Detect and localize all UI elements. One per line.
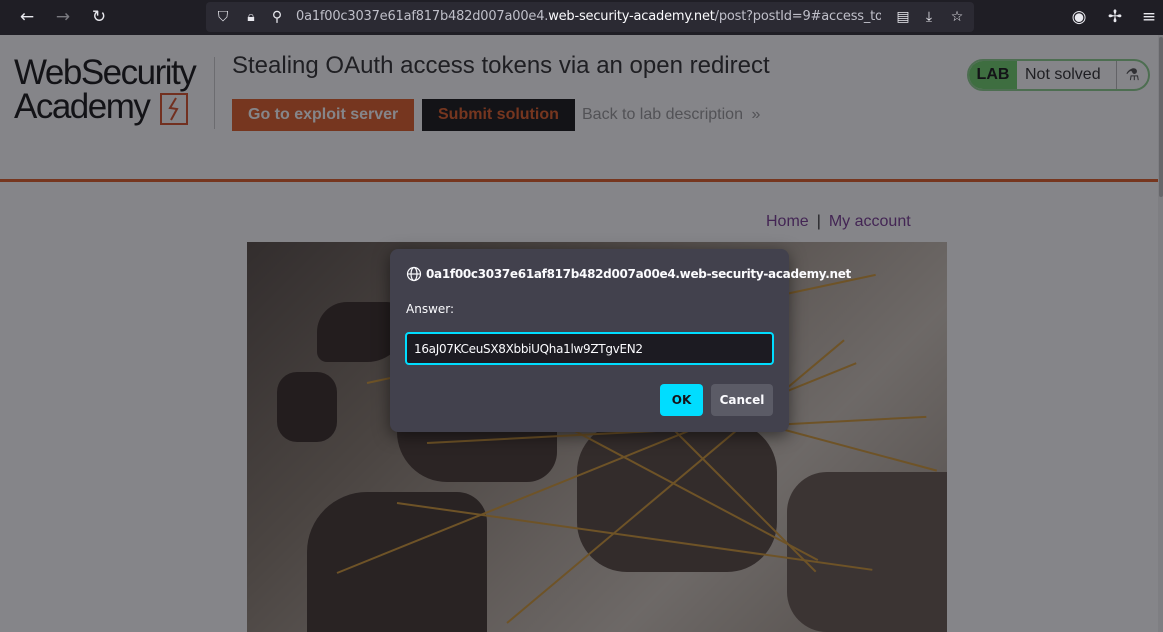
answer-label: Answer: [406,302,455,316]
save-to-pocket-icon[interactable]: ⤓ [918,6,940,28]
url-bar[interactable]: ⛉ 🔒︎ ⚲ 0a1f00c3037e61af817b482d007a00e4.… [206,2,974,32]
menu-icon[interactable]: ≡ [1136,5,1162,29]
prompt-dialog: 0a1f00c3037e61af817b482d007a00e4.web-sec… [390,249,851,432]
shield-icon[interactable]: ⛉ [212,6,234,28]
answer-input[interactable] [405,332,774,365]
forward-icon[interactable]: → [50,5,76,29]
cancel-button[interactable]: Cancel [711,384,773,416]
reload-icon[interactable]: ↻ [86,5,112,29]
account-icon[interactable]: ◉ [1066,5,1092,29]
dialog-origin: 0a1f00c3037e61af817b482d007a00e4.web-sec… [426,267,851,281]
permissions-icon[interactable]: ⚲ [266,6,288,28]
extensions-icon[interactable]: ✢ [1102,5,1128,29]
reader-view-icon[interactable]: ▤ [892,6,914,28]
bookmark-star-icon[interactable]: ☆ [946,6,968,28]
ok-button[interactable]: OK [660,384,703,416]
browser-toolbar: ← → ↻ ⛉ 🔒︎ ⚲ 0a1f00c3037e61af817b482d007… [0,0,1163,35]
globe-icon [406,266,422,282]
lock-icon[interactable]: 🔒︎ [240,6,262,28]
back-icon[interactable]: ← [14,5,40,29]
url-text[interactable]: 0a1f00c3037e61af817b482d007a00e4.web-sec… [296,9,881,27]
